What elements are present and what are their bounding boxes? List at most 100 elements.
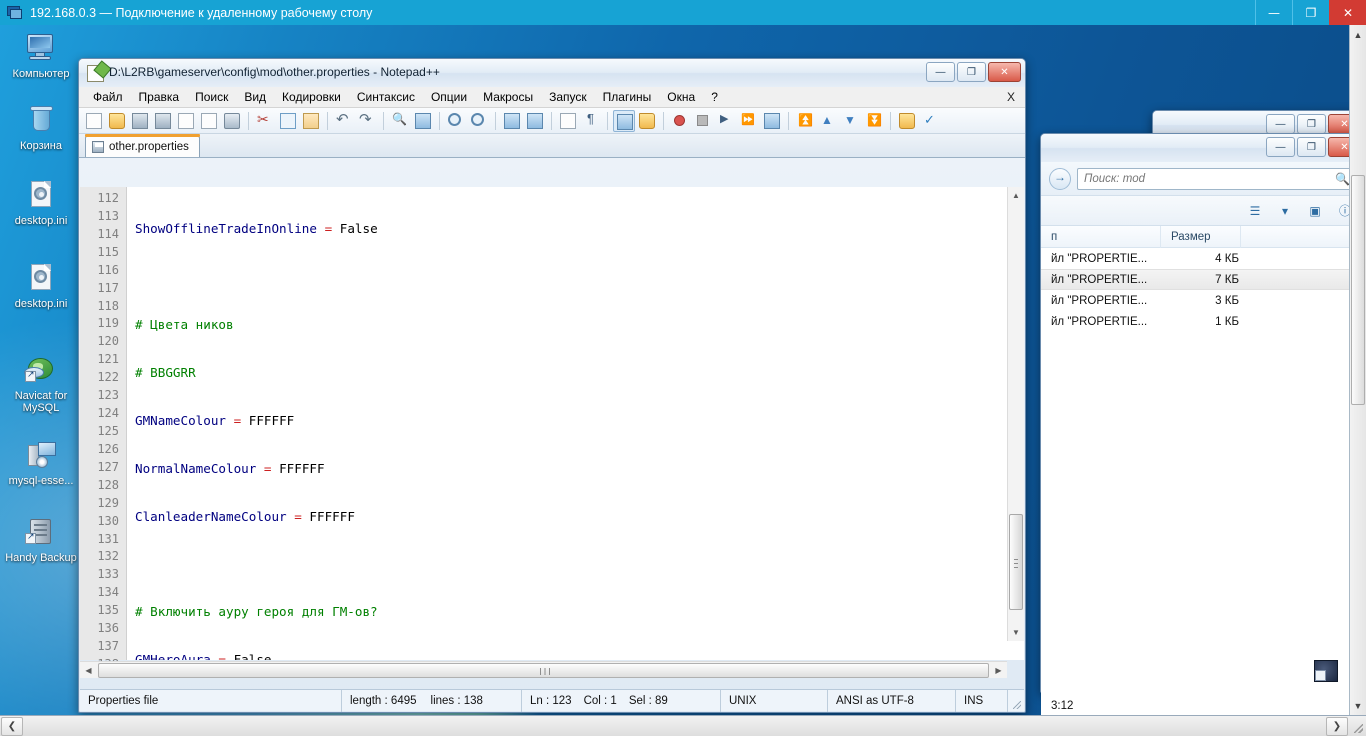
expand-level-icon[interactable] (840, 110, 862, 132)
notepadpp-restore-button[interactable]: ❐ (957, 62, 986, 82)
menu-item-window[interactable]: Окна (659, 88, 703, 106)
menu-item-plugins[interactable]: Плагины (595, 88, 660, 106)
desktop-icon-navicat[interactable]: Navicat for MySQL (2, 355, 80, 414)
stop-macro-icon[interactable] (692, 110, 714, 132)
print-icon[interactable] (221, 110, 243, 132)
menu-item-help[interactable]: ? (703, 88, 726, 106)
menu-item-language[interactable]: Синтаксис (349, 88, 423, 106)
explorer-window[interactable]: — ❐ ✕ Поиск: mod 🔍 ☰ ▾ ▣ ⓘ п Разм (1040, 133, 1366, 715)
menu-item-encoding[interactable]: Кодировки (274, 88, 349, 106)
collapse-level-icon[interactable] (817, 110, 839, 132)
column-header-name[interactable]: п (1041, 225, 1161, 248)
notepadpp-editor-area[interactable]: 112 113 114 115 116 117 118 119 120 121 … (80, 187, 1024, 671)
cut-icon[interactable] (254, 110, 276, 132)
forward-arrow-icon[interactable] (1049, 167, 1071, 190)
table-row[interactable]: йл "PROPERTIE... 4 КБ (1041, 248, 1365, 269)
rdp-scroll-left-icon[interactable]: ❮ (1, 716, 23, 736)
save-macro-icon[interactable] (761, 110, 783, 132)
menu-item-view[interactable]: Вид (236, 88, 274, 106)
restore-button[interactable]: ❐ (1297, 114, 1326, 134)
scroll-up-arrow-icon[interactable]: ▲ (1008, 187, 1024, 204)
notepadpp-window[interactable]: D:\L2RB\gameserver\config\mod\other.prop… (78, 58, 1026, 713)
zoom-out-icon[interactable] (468, 110, 490, 132)
run-macro-multiple-icon[interactable] (738, 110, 760, 132)
notepadpp-close-button[interactable]: ✕ (988, 62, 1021, 82)
close-all-icon[interactable] (198, 110, 220, 132)
desktop-icon-desktop-ini-1[interactable]: desktop.ini (2, 180, 80, 227)
editor-horizontal-scrollbar[interactable]: ◀ ▶ (80, 661, 1007, 678)
code-line: # BBGGRR (135, 364, 196, 380)
record-macro-icon[interactable] (669, 110, 691, 132)
save-icon[interactable] (129, 110, 151, 132)
menu-item-macro[interactable]: Макросы (475, 88, 541, 106)
rdp-scroll-right-icon[interactable]: ❯ (1326, 716, 1348, 736)
redo-icon[interactable] (356, 110, 378, 132)
rdp-vertical-scrollbar[interactable]: ▲ ▼ (1349, 25, 1366, 715)
code-text-area[interactable]: ShowOfflineTradeInOnline = False # Цвета… (127, 187, 1024, 660)
tab-other-properties[interactable]: other.properties (85, 134, 200, 157)
explorer-search-input[interactable]: Поиск: mod 🔍 (1077, 167, 1357, 190)
spell-check-icon[interactable] (919, 110, 941, 132)
desktop-icon-handy-backup[interactable]: Handy Backup (2, 517, 80, 564)
resize-grip-icon[interactable] (1008, 690, 1024, 712)
minimize-button[interactable]: — (1266, 114, 1295, 134)
explorer-minimize-button[interactable]: — (1266, 137, 1295, 157)
find-icon[interactable] (389, 110, 411, 132)
rdp-scroll-down-icon[interactable]: ▼ (1350, 696, 1366, 715)
scroll-left-arrow-icon[interactable]: ◀ (80, 666, 97, 675)
table-row[interactable]: йл "PROPERTIE... 1 КБ (1041, 311, 1365, 332)
table-row[interactable]: йл "PROPERTIE... 7 КБ (1041, 269, 1365, 290)
rdp-scroll-up-icon[interactable]: ▲ (1350, 25, 1366, 44)
collapse-all-icon[interactable] (794, 110, 816, 132)
desktop-icon-mysql[interactable]: mysql-esse... (2, 440, 80, 487)
document-map-icon[interactable] (896, 110, 918, 132)
rdp-vertical-scroll-thumb[interactable] (1351, 175, 1365, 405)
save-all-icon[interactable] (152, 110, 174, 132)
rdp-horizontal-scroll-track[interactable] (24, 717, 1325, 736)
sync-vertical-icon[interactable] (501, 110, 523, 132)
remote-desktop-surface[interactable]: Компьютер Корзина desktop.ini desktop.in… (0, 25, 1366, 715)
menu-item-search[interactable]: Поиск (187, 88, 236, 106)
show-all-chars-icon[interactable] (580, 110, 602, 132)
indent-guide-icon[interactable] (613, 109, 635, 132)
close-document-button[interactable]: X (1007, 90, 1015, 104)
horizontal-scroll-thumb[interactable] (98, 662, 989, 678)
scroll-right-arrow-icon[interactable]: ▶ (990, 666, 1007, 675)
notepadpp-minimize-button[interactable]: — (926, 62, 955, 82)
copy-icon[interactable] (277, 110, 299, 132)
word-wrap-icon[interactable] (557, 110, 579, 132)
menu-item-file[interactable]: Файл (85, 88, 131, 106)
expand-all-icon[interactable] (863, 110, 885, 132)
column-header-size[interactable]: Размер (1161, 225, 1241, 248)
replace-icon[interactable] (412, 110, 434, 132)
desktop-icon-computer[interactable]: Компьютер (2, 33, 80, 80)
open-file-icon[interactable] (106, 110, 128, 132)
vertical-scroll-thumb[interactable] (1009, 513, 1023, 610)
menu-item-settings[interactable]: Опции (423, 88, 475, 106)
menu-item-edit[interactable]: Правка (131, 88, 188, 106)
explorer-restore-button[interactable]: ❐ (1297, 137, 1326, 157)
close-file-icon[interactable] (175, 110, 197, 132)
table-row[interactable]: йл "PROPERTIE... 3 КБ (1041, 290, 1365, 311)
explorer-file-list[interactable]: йл "PROPERTIE... 4 КБ йл "PROPERTIE... 7… (1041, 248, 1365, 715)
scroll-down-arrow-icon[interactable]: ▼ (1008, 624, 1024, 641)
new-file-icon[interactable] (83, 110, 105, 132)
rdp-restore-button[interactable]: ❐ (1292, 0, 1329, 25)
preview-pane-icon[interactable]: ▣ (1305, 202, 1325, 220)
user-defined-dialog-icon[interactable] (636, 110, 658, 132)
undo-icon[interactable] (333, 110, 355, 132)
rdp-horizontal-scrollbar[interactable]: ❮ ❯ (0, 715, 1366, 736)
desktop-icon-recycle-bin[interactable]: Корзина (2, 105, 80, 152)
sync-horizontal-icon[interactable] (524, 110, 546, 132)
view-mode-icon[interactable]: ☰ (1245, 202, 1265, 220)
editor-vertical-scrollbar[interactable]: ▲ ▼ (1007, 187, 1024, 641)
chevron-down-icon[interactable]: ▾ (1275, 202, 1295, 220)
zoom-in-icon[interactable] (445, 110, 467, 132)
play-macro-icon[interactable] (715, 110, 737, 132)
rdp-minimize-button[interactable]: — (1255, 0, 1292, 25)
desktop-tray-shortcut-icon[interactable] (1314, 660, 1338, 682)
menu-item-run[interactable]: Запуск (541, 88, 595, 106)
paste-icon[interactable] (300, 110, 322, 132)
desktop-icon-desktop-ini-2[interactable]: desktop.ini (2, 263, 80, 310)
rdp-close-button[interactable]: ✕ (1329, 0, 1366, 25)
